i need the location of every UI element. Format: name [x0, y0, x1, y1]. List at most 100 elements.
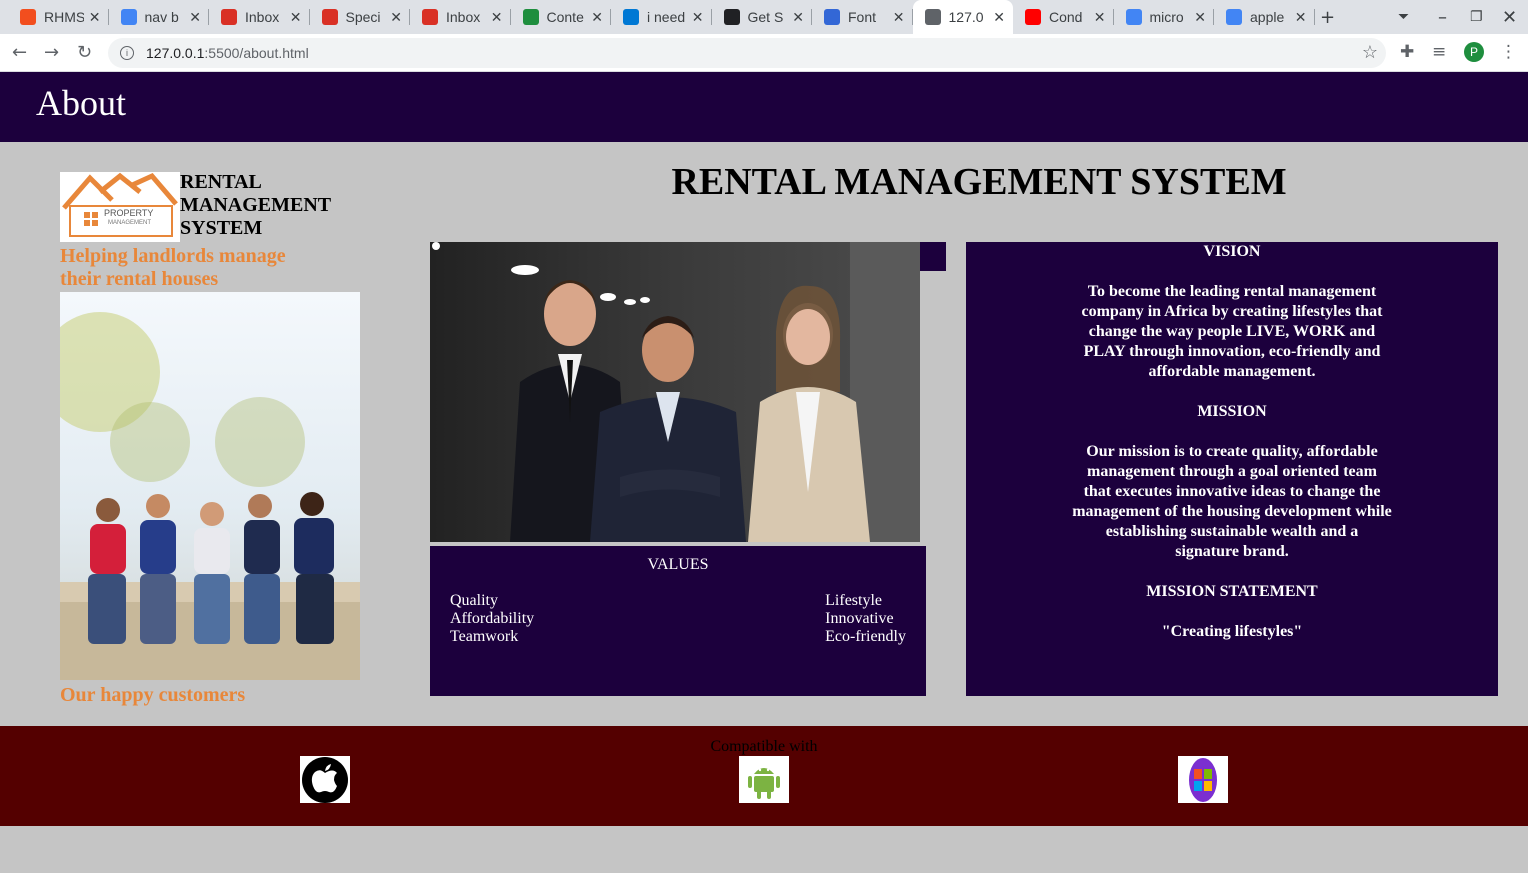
brand-line: SYSTEM: [180, 217, 263, 239]
tab-close-icon[interactable]: ✕: [89, 9, 101, 26]
customers-caption: Our happy customers: [60, 684, 246, 706]
back-icon[interactable]: ←: [12, 42, 27, 63]
browser-tab[interactable]: Speci ✕: [310, 0, 410, 34]
vision-mission-panel: VISION To become the leading rental mana…: [966, 242, 1498, 696]
tab-close-icon[interactable]: ✕: [390, 9, 402, 26]
media-control-icon[interactable]: ≡: [1432, 42, 1446, 62]
browser-tab[interactable]: RHMS ✕: [8, 0, 109, 34]
page-content: About PROPERTY MANAGEMENT RENTAL MANAGEM…: [0, 72, 1528, 873]
tab-close-icon[interactable]: ✕: [290, 9, 302, 26]
page-title: About: [36, 83, 126, 123]
tab-title: micro: [1149, 9, 1184, 25]
browser-tab[interactable]: Conte ✕: [511, 0, 611, 34]
browser-tab[interactable]: Inbox ✕: [410, 0, 511, 34]
windows-icon: [1178, 756, 1228, 803]
tab-close-icon[interactable]: ✕: [1295, 9, 1307, 26]
logo-text-property: PROPERTY: [104, 208, 153, 218]
team-photo: [430, 242, 920, 542]
yammer-icon: [623, 9, 639, 25]
browser-tab[interactable]: micro ✕: [1114, 0, 1214, 34]
extensions-icon[interactable]: ✚: [1400, 42, 1414, 62]
close-window-icon[interactable]: ✕: [1502, 7, 1517, 28]
tab-separator: [1313, 9, 1315, 25]
browser-tab[interactable]: Font ✕: [812, 0, 913, 34]
browser-toolbar: ← → ↻ i 127.0.0.1:5500/about.html ☆ ✚ ≡ …: [0, 34, 1528, 72]
tab-title: Inbox: [245, 9, 280, 25]
mission-statement-text: "Creating lifestyles": [1161, 623, 1303, 640]
values-list-left: Quality Affordability Teamwork: [450, 592, 534, 646]
tab-close-icon[interactable]: ✕: [1094, 9, 1106, 26]
forward-icon[interactable]: →: [44, 42, 59, 63]
property-management-logo: PROPERTY MANAGEMENT: [60, 172, 180, 242]
browser-tab[interactable]: Cond ✕: [1013, 0, 1114, 34]
tab-close-icon[interactable]: ✕: [792, 9, 804, 26]
mission-text: Our mission is to create quality, afford…: [1072, 443, 1392, 560]
youtube-icon: [1025, 9, 1041, 25]
vision-text: To become the leading rental management …: [1081, 283, 1383, 380]
browser-tab[interactable]: 127.0 ✕: [912, 0, 1013, 34]
value-item: Eco-friendly: [825, 628, 906, 645]
tab-search-icon[interactable]: ⏷: [1398, 9, 1409, 25]
values-list-right: Lifestyle Innovative Eco-friendly: [825, 592, 906, 646]
tab-close-icon[interactable]: ✕: [893, 9, 905, 26]
gmail-icon: [321, 9, 338, 25]
brand-line: RENTAL: [180, 171, 262, 193]
mission-title: MISSION: [1197, 403, 1267, 420]
tab-close-icon[interactable]: ✕: [591, 9, 603, 26]
tab-close-icon[interactable]: ✕: [993, 9, 1005, 26]
brand-line: MANAGEMENT: [180, 194, 332, 216]
minimize-icon[interactable]: –: [1438, 7, 1447, 28]
url-host: 127.0.0.1: [146, 45, 205, 61]
address-bar[interactable]: i 127.0.0.1:5500/about.html ☆: [108, 38, 1386, 68]
tab-close-icon[interactable]: ✕: [692, 9, 704, 26]
google-icon: [1226, 9, 1242, 25]
tab-close-icon[interactable]: ✕: [491, 9, 503, 26]
url-path: :5500/about.html: [204, 45, 309, 61]
tab-close-icon[interactable]: ✕: [1194, 9, 1206, 26]
android-icon: [739, 756, 789, 803]
apple-icon: [300, 756, 350, 803]
tab-title: nav b: [144, 9, 179, 25]
mission-statement-title: MISSION STATEMENT: [1146, 583, 1318, 600]
restore-icon[interactable]: ❐: [1470, 9, 1483, 25]
browser-tab[interactable]: i need ✕: [611, 0, 712, 34]
page-header: About: [0, 72, 1528, 142]
browser-tab[interactable]: Inbox ✕: [209, 0, 310, 34]
happy-customers-photo: [60, 292, 360, 680]
app-icon: [723, 9, 740, 25]
values-title: VALUES: [647, 556, 709, 573]
tab-title: RHMS: [44, 9, 84, 25]
browser-tab[interactable]: apple ✕: [1214, 0, 1315, 34]
browser-tab[interactable]: Get S ✕: [712, 0, 812, 34]
bookmark-star-icon[interactable]: ☆: [1362, 42, 1378, 63]
google-icon: [1125, 9, 1142, 25]
tab-title: Get S: [747, 9, 784, 25]
figma-icon: [20, 9, 36, 25]
photo-accent-block: [920, 242, 946, 271]
values-panel: VALUES Quality Affordability Teamwork Li…: [430, 546, 926, 696]
gmail-icon: [221, 9, 237, 25]
gmail-icon: [422, 9, 438, 25]
google-icon: [120, 9, 137, 25]
site-info-icon[interactable]: i: [120, 46, 134, 60]
globe-icon: [924, 9, 941, 25]
vision-title: VISION: [1203, 243, 1261, 260]
compatible-label: Compatible with: [710, 738, 818, 755]
browser-tab[interactable]: nav b ✕: [109, 0, 209, 34]
main-title: RENTAL MANAGEMENT SYSTEM: [671, 161, 1287, 203]
flag-icon: [824, 9, 840, 25]
tab-title: apple: [1250, 9, 1285, 25]
tab-close-icon[interactable]: ✕: [189, 9, 201, 26]
profile-avatar[interactable]: P: [1464, 42, 1484, 62]
value-item: Innovative: [825, 610, 894, 627]
value-item: Affordability: [450, 610, 535, 627]
value-item: Teamwork: [450, 628, 519, 645]
new-tab-button[interactable]: +: [1320, 7, 1335, 28]
value-item: Lifestyle: [825, 592, 883, 609]
reload-icon[interactable]: ↻: [77, 42, 92, 63]
tab-title: i need: [647, 9, 686, 25]
value-item: Quality: [450, 592, 498, 609]
tab-strip: RHMS ✕ nav b ✕ Inbox ✕ Speci ✕ Inbox ✕ Conte ✕ i nee…: [0, 0, 1528, 34]
page-footer: Compatible with: [0, 726, 1528, 826]
menu-kebab-icon[interactable]: ⋮: [1500, 42, 1517, 62]
